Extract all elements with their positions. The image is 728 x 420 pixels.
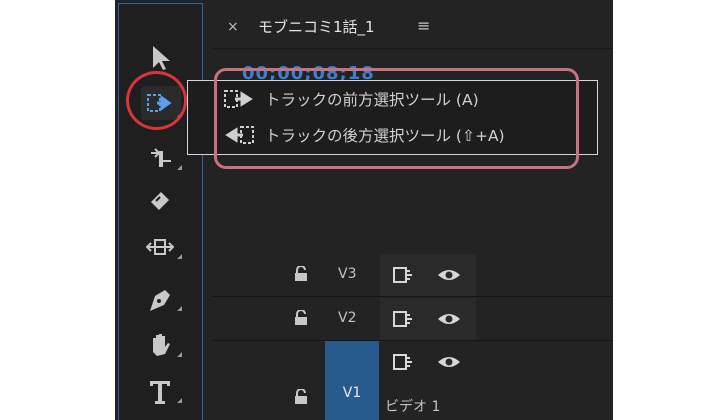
track-row: V1 ビデオ 1 xyxy=(212,341,613,420)
selection-tool[interactable] xyxy=(119,38,204,74)
highlight-annotation-box xyxy=(214,68,579,169)
lock-icon[interactable] xyxy=(294,310,308,326)
track-name: V3 xyxy=(338,266,357,282)
track-name: V1 xyxy=(342,385,362,401)
sequence-tab[interactable]: × モブニコミ1話_1 ≡ xyxy=(212,8,613,49)
lock-icon[interactable] xyxy=(294,389,308,405)
razor-tool[interactable] xyxy=(119,182,204,218)
track-controls xyxy=(380,341,476,385)
track-name: V2 xyxy=(338,310,357,326)
sync-lock-icon[interactable] xyxy=(392,353,416,371)
pen-tool[interactable] xyxy=(119,280,204,316)
tools-panel xyxy=(118,3,203,420)
panel-menu-icon[interactable]: ≡ xyxy=(417,16,430,35)
hand-icon xyxy=(153,334,170,356)
lock-icon[interactable] xyxy=(294,266,308,282)
track-header: V1 ビデオ 1 xyxy=(212,341,478,420)
razor-icon xyxy=(151,192,169,210)
track-header: V3 xyxy=(212,254,478,296)
close-icon[interactable]: × xyxy=(227,19,239,35)
track-target-v1[interactable]: V1 xyxy=(325,341,379,420)
sync-lock-icon[interactable] xyxy=(392,266,416,284)
slip-tool[interactable] xyxy=(119,228,204,264)
track-row: V2 xyxy=(212,298,613,341)
pen-icon xyxy=(150,290,170,311)
track-controls xyxy=(380,298,476,340)
premiere-window: × モブニコミ1話_1 ≡ 00;00;08;18 V3 V2 V1 ビデオ 1 xyxy=(115,0,613,420)
eye-icon[interactable] xyxy=(437,311,461,327)
track-controls xyxy=(380,254,476,296)
highlight-annotation-circle xyxy=(126,71,187,130)
sync-lock-icon[interactable] xyxy=(392,310,416,328)
eye-icon[interactable] xyxy=(437,267,461,283)
arrow-icon xyxy=(153,46,170,70)
slip-icon xyxy=(145,239,175,255)
track-header: V2 xyxy=(212,298,478,340)
track-label: ビデオ 1 xyxy=(385,399,441,415)
hand-tool[interactable] xyxy=(119,326,204,362)
eye-icon[interactable] xyxy=(437,354,461,370)
track-row: V3 xyxy=(212,254,613,297)
type-icon xyxy=(150,381,170,404)
ripple-edit-icon xyxy=(151,148,171,167)
sequence-title: モブニコミ1話_1 xyxy=(258,18,375,36)
type-tool[interactable] xyxy=(119,372,204,408)
